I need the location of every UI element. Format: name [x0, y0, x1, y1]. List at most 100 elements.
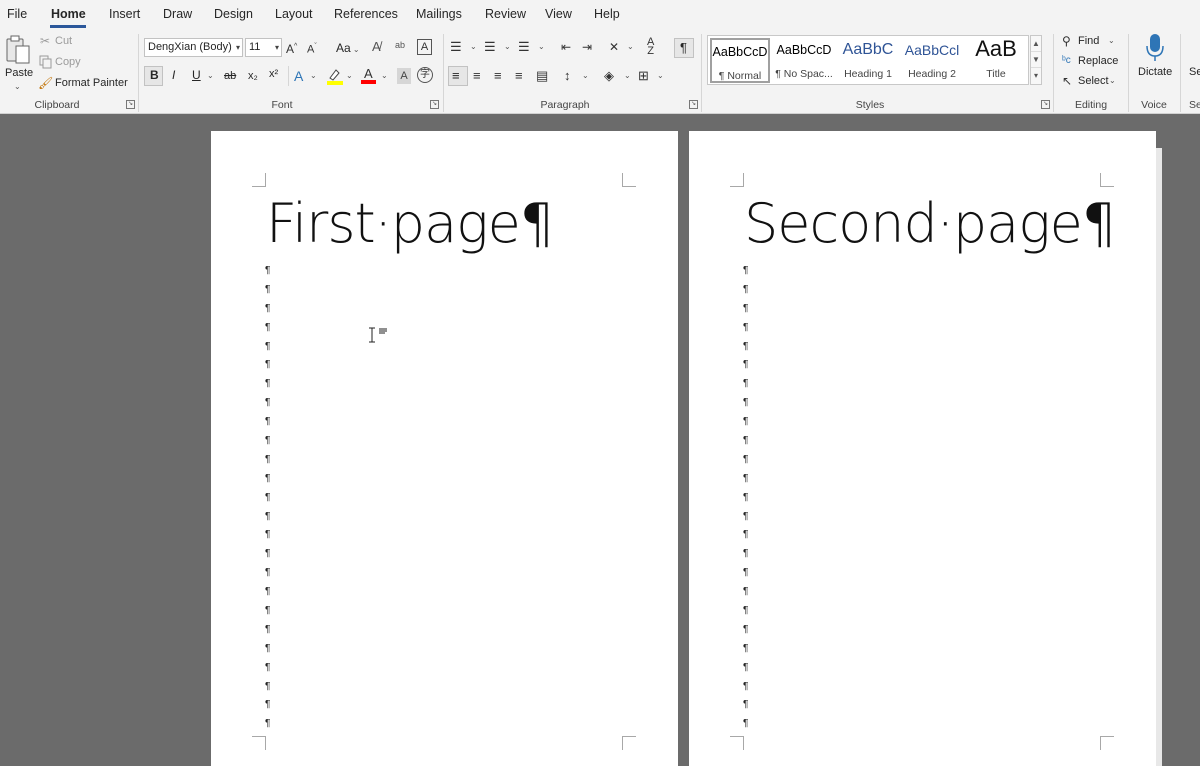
paragraph-mark[interactable]: ¶: [743, 281, 755, 300]
paragraph-mark[interactable]: ¶: [743, 564, 755, 583]
paragraph-mark[interactable]: ¶: [265, 262, 277, 281]
replace-button[interactable]: ᵇc Replace: [1062, 53, 1122, 70]
align-left-button[interactable]: ≡: [448, 66, 468, 86]
paragraph-mark[interactable]: ¶: [743, 489, 755, 508]
paragraph-mark[interactable]: ¶: [265, 451, 277, 470]
paragraph-mark[interactable]: ¶: [265, 508, 277, 527]
style-heading-2[interactable]: AaBbCcl Heading 2: [902, 38, 962, 83]
paragraph-mark[interactable]: ¶: [265, 319, 277, 338]
paragraph-mark[interactable]: ¶: [265, 583, 277, 602]
paragraph-mark[interactable]: ¶: [265, 696, 277, 715]
asian-layout-dropdown-icon[interactable]: ⌄: [627, 42, 634, 51]
tab-home[interactable]: Home: [51, 7, 86, 21]
paragraph-mark[interactable]: ¶: [743, 262, 755, 281]
font-color-icon[interactable]: A: [361, 66, 377, 86]
gallery-down-icon[interactable]: ▼: [1031, 52, 1041, 68]
page-2[interactable]: Second·page¶ ¶ ¶ ¶ ¶ ¶ ¶ ¶ ¶ ¶ ¶ ¶ ¶ ¶ ¶ ¶ ¶ ¶ ¶ ¶ ¶ ¶ ¶ ¶ ¶ ¶: [689, 131, 1156, 766]
paragraph-mark[interactable]: ¶: [265, 338, 277, 357]
paragraph-mark[interactable]: ¶: [743, 432, 755, 451]
tab-design[interactable]: Design: [214, 7, 253, 21]
paragraph-mark[interactable]: ¶: [743, 394, 755, 413]
subscript-button[interactable]: x₂: [248, 70, 258, 82]
underline-button[interactable]: U: [192, 68, 201, 82]
multilevel-list-icon[interactable]: ☰: [518, 39, 530, 55]
paragraph-mark[interactable]: ¶: [265, 300, 277, 319]
paragraph-mark[interactable]: ¶: [743, 545, 755, 564]
numbering-icon[interactable]: ☰: [484, 39, 496, 55]
style-normal[interactable]: AaBbCcD ¶ Normal: [710, 38, 770, 83]
shading-icon[interactable]: ◈: [604, 68, 614, 84]
page-heading[interactable]: Second·page¶: [744, 191, 1116, 257]
line-spacing-icon[interactable]: ↕: [564, 68, 571, 84]
paragraph-mark[interactable]: ¶: [265, 470, 277, 489]
italic-button[interactable]: I: [172, 68, 175, 82]
page-heading[interactable]: First·page¶: [266, 191, 554, 257]
font-color-dropdown-icon[interactable]: ⌄: [381, 71, 388, 80]
style-title[interactable]: AaB Title: [966, 38, 1026, 83]
paragraph-mark[interactable]: ¶: [743, 338, 755, 357]
select-button[interactable]: ↖ Select ⌄: [1062, 73, 1122, 90]
bullets-icon[interactable]: ☰: [450, 39, 462, 55]
borders-dropdown-icon[interactable]: ⌄: [657, 71, 664, 80]
character-border-icon[interactable]: A: [417, 39, 432, 55]
font-size-dropdown[interactable]: 11 ▾: [245, 38, 282, 57]
style-no-spacing[interactable]: AaBbCcD ¶ No Spac...: [774, 38, 834, 83]
character-shading-icon[interactable]: A: [397, 68, 411, 84]
tab-references[interactable]: References: [334, 7, 398, 21]
increase-indent-icon[interactable]: ⇥: [582, 39, 592, 55]
paragraph-mark[interactable]: ¶: [265, 432, 277, 451]
tab-mailings[interactable]: Mailings: [416, 7, 462, 21]
paragraph-mark[interactable]: ¶: [743, 678, 755, 697]
bullets-dropdown-icon[interactable]: ⌄: [470, 42, 477, 51]
shrink-font-icon[interactable]: Aˇ: [307, 39, 317, 58]
paragraph-mark[interactable]: ¶: [743, 319, 755, 338]
enclose-characters-icon[interactable]: 字: [417, 67, 433, 83]
asian-layout-icon[interactable]: ✕: [609, 39, 619, 55]
paragraph-mark[interactable]: ¶: [265, 489, 277, 508]
empty-paragraphs[interactable]: ¶ ¶ ¶ ¶ ¶ ¶ ¶ ¶ ¶ ¶ ¶ ¶ ¶ ¶ ¶ ¶ ¶ ¶ ¶ ¶ ¶ ¶ ¶ ¶ ¶: [265, 262, 277, 734]
strikethrough-button[interactable]: ab: [224, 70, 236, 82]
paragraph-mark[interactable]: ¶: [265, 715, 277, 734]
font-name-dropdown[interactable]: DengXian (Body) ▾: [144, 38, 243, 57]
tab-layout[interactable]: Layout: [275, 7, 313, 21]
paragraph-mark[interactable]: ¶: [743, 375, 755, 394]
align-right-icon[interactable]: ≡: [494, 68, 502, 84]
clear-formatting-icon[interactable]: A̸: [372, 39, 381, 55]
paragraph-mark[interactable]: ¶: [743, 508, 755, 527]
empty-paragraphs[interactable]: ¶ ¶ ¶ ¶ ¶ ¶ ¶ ¶ ¶ ¶ ¶ ¶ ¶ ¶ ¶ ¶ ¶ ¶ ¶ ¶ ¶ ¶ ¶ ¶ ¶: [743, 262, 755, 734]
paragraph-mark[interactable]: ¶: [743, 356, 755, 375]
distributed-icon[interactable]: ▤: [536, 68, 548, 84]
highlight-dropdown-icon[interactable]: ⌄: [346, 71, 353, 80]
borders-icon[interactable]: ⊞: [638, 68, 649, 84]
paragraph-mark[interactable]: ¶: [265, 356, 277, 375]
document-canvas[interactable]: First·page¶ ¶ ¶ ¶ ¶ ¶ ¶ ¶ ¶ ¶ ¶ ¶ ¶ ¶ ¶ ¶ ¶ ¶ ¶ ¶ ¶ ¶ ¶ ¶ ¶ ¶ Se…: [0, 114, 1200, 766]
justify-icon[interactable]: ≡: [515, 68, 523, 84]
tab-review[interactable]: Review: [485, 7, 526, 21]
find-button[interactable]: ⚲ Find ⌄: [1062, 33, 1122, 50]
paragraph-mark[interactable]: ¶: [743, 451, 755, 470]
tab-view[interactable]: View: [545, 7, 572, 21]
paragraph-mark[interactable]: ¶: [743, 621, 755, 640]
paragraph-mark[interactable]: ¶: [743, 640, 755, 659]
tab-file[interactable]: File: [7, 7, 27, 21]
tab-help[interactable]: Help: [594, 7, 620, 21]
paragraph-mark[interactable]: ¶: [265, 375, 277, 394]
paragraph-mark[interactable]: ¶: [265, 281, 277, 300]
paragraph-mark[interactable]: ¶: [743, 659, 755, 678]
paragraph-mark[interactable]: ¶: [265, 394, 277, 413]
paragraph-mark[interactable]: ¶: [743, 583, 755, 602]
phonetic-guide-icon[interactable]: ab: [395, 37, 405, 53]
align-center-icon[interactable]: ≡: [473, 68, 481, 84]
format-painter-button[interactable]: Format Painter: [55, 77, 128, 89]
underline-dropdown-icon[interactable]: ⌄: [207, 71, 214, 80]
paste-button[interactable]: Paste ⌄: [2, 32, 33, 91]
paragraph-mark[interactable]: ¶: [265, 621, 277, 640]
style-heading-1[interactable]: AaBbC Heading 1: [838, 38, 898, 83]
bold-button[interactable]: B: [144, 66, 163, 86]
line-spacing-dropdown-icon[interactable]: ⌄: [582, 71, 589, 80]
cut-button[interactable]: Cut: [55, 35, 72, 47]
text-effects-icon[interactable]: A: [294, 68, 303, 84]
paragraph-mark[interactable]: ¶: [265, 678, 277, 697]
change-case-button[interactable]: Aa ⌄: [336, 41, 360, 55]
paragraph-mark[interactable]: ¶: [265, 659, 277, 678]
